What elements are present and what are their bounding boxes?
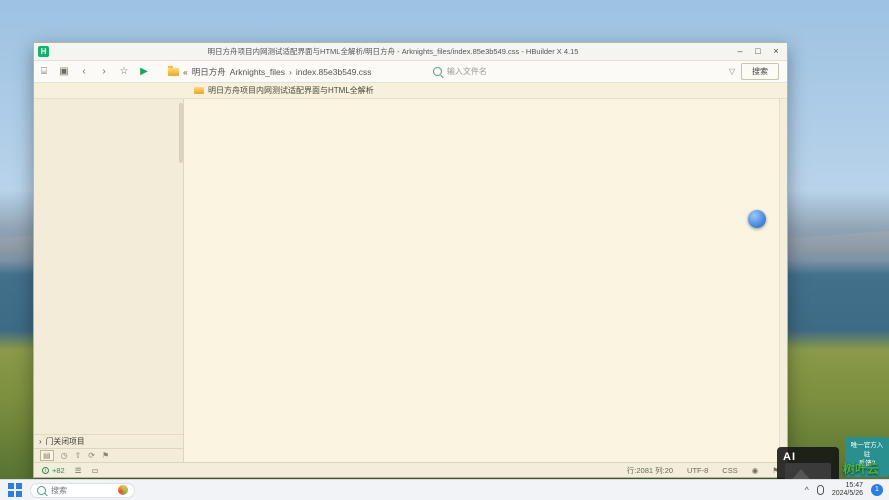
refresh-icon[interactable]: ⟳ [88,451,95,460]
console-icon[interactable]: ⌸ [34,66,54,77]
breadcrumb-file[interactable]: index.85e3b549.css [296,67,372,77]
file-explorer-sidebar: › 门关闭项目 ▤ ◷ ⇧ ⟳ ⚑ [34,99,184,462]
file-tree [34,99,183,434]
sidebar-scrollbar[interactable] [179,103,183,163]
open-directory-icon[interactable]: ▤ [40,450,54,461]
chevron-right-icon: › [289,67,292,77]
favorite-star-icon[interactable]: ☆ [114,66,134,77]
save-icon[interactable]: ▣ [54,66,74,77]
outline-icon[interactable]: ☰ [75,466,82,475]
language-indicator[interactable]: CSS [722,466,737,475]
sidebar-bottom-toolbar: ▤ ◷ ⇧ ⟳ ⚑ [34,448,183,462]
search-icon [433,67,442,76]
editor-annotation-strip[interactable] [779,99,787,462]
watermark-brand: 树叶云 [843,460,879,477]
breadcrumb-prefix: « [183,67,188,77]
notification-badge[interactable]: 1 [871,484,883,496]
status-bar: i+82 ☰ ▭ 行:2081 列:20 UTF-8 CSS ◉ ⚑ [34,462,787,477]
flag-icon[interactable]: ⚑ [102,451,109,460]
minimize-button[interactable]: – [732,45,748,58]
window-titlebar[interactable]: H 明日方舟项目内网测试适配界面与HTML全解析/明日方舟 - Arknight… [34,43,787,61]
forward-icon[interactable]: › [94,66,114,77]
file-search-input[interactable]: 输入文件名 [433,64,723,79]
system-tray: ^ 15:47 2024/5/26 1 [805,482,883,498]
folder-icon [168,68,179,76]
close-button[interactable]: × [768,45,784,58]
project-label[interactable]: 明日方舟项目内网测试适配界面与HTML全解析 [194,85,374,96]
hbuilderx-window: H 明日方舟项目内网测试适配界面与HTML全解析/明日方舟 - Arknight… [33,42,788,478]
taskbar-search[interactable]: 搜索 [30,483,135,498]
maximize-button[interactable]: □ [750,45,766,58]
run-icon[interactable]: ▶ [134,66,154,77]
search-button[interactable]: 搜索 [741,63,779,80]
microphone-icon[interactable] [817,485,824,495]
back-icon[interactable]: ‹ [74,66,94,77]
taskbar-clock[interactable]: 15:47 2024/5/26 [832,482,863,498]
tab-bar: 明日方舟项目内网测试适配界面与HTML全解析 [34,83,787,99]
filter-icon[interactable]: ▽ [729,67,735,76]
start-button[interactable] [8,483,22,497]
closed-project-row[interactable]: › 门关闭项目 [34,434,183,448]
line-col-indicator[interactable]: 行:2081 列:20 [627,465,673,476]
breadcrumb-root[interactable]: 明日方舟 [192,66,226,78]
window-title: 明日方舟项目内网测试适配界面与HTML全解析/明日方舟 - Arknights_… [54,46,732,57]
upload-icon[interactable]: ⇧ [75,451,82,460]
toolbar: ⌸ ▣ ‹ › ☆ ▶ « 明日方舟 Arknights_files › ind… [34,61,787,83]
record-icon[interactable]: ◉ [752,466,759,475]
preview-icon[interactable]: ▭ [91,466,98,475]
search-placeholder: 输入文件名 [447,66,487,77]
chevron-right-icon: › [39,437,42,446]
taskbar: 搜索 ^ 15:47 2024/5/26 1 [0,479,889,500]
search-icon [37,486,46,495]
breadcrumb[interactable]: « 明日方舟 Arknights_files › index.85e3b549.… [168,66,372,78]
project-folder-icon [194,87,204,94]
history-icon[interactable]: ◷ [61,451,68,460]
hbuilderx-logo-icon: H [38,46,49,57]
floating-assistant-ball[interactable] [748,210,766,228]
update-badge[interactable]: i+82 [42,466,65,475]
weather-widget-icon [118,485,128,495]
code-editor[interactable] [184,99,787,462]
hidden-icons-chevron[interactable]: ^ [805,485,809,495]
breadcrumb-folder[interactable]: Arknights_files [230,67,285,77]
encoding-indicator[interactable]: UTF-8 [687,466,708,475]
